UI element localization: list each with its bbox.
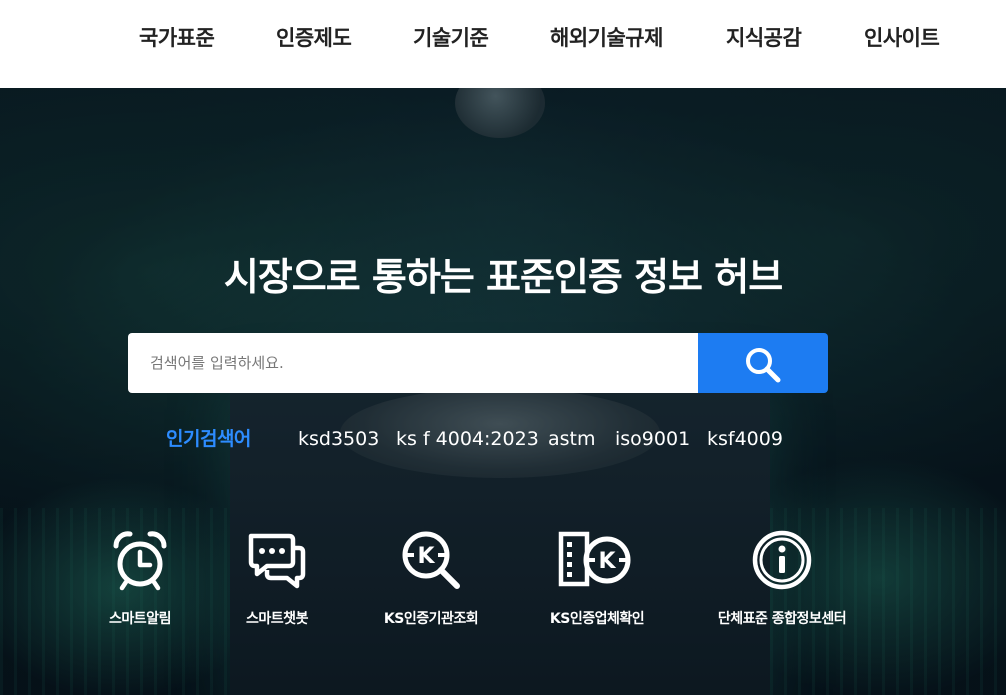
popular-keyword[interactable]: astm — [548, 424, 596, 454]
hero-headline: 시장으로 통하는 표준인증 정보 허브 — [223, 255, 783, 299]
quick-link-ks-institution-search[interactable]: K KS인증기관조회 — [346, 528, 516, 628]
nav-item-knowledge-sharing[interactable]: 지식공감 — [726, 22, 802, 54]
svg-text:K: K — [598, 549, 616, 574]
search-icon — [746, 348, 781, 383]
popular-keyword[interactable]: ksf4009 — [707, 424, 783, 454]
nav-item-national-standards[interactable]: 국가표준 — [139, 22, 215, 54]
nav-item-technical-standards[interactable]: 기술기준 — [413, 22, 489, 54]
search-bar — [128, 333, 828, 393]
alarm-clock-icon — [113, 531, 167, 591]
nav-item-overseas-regulations[interactable]: 해외기술규제 — [550, 22, 663, 54]
top-navigation: 국가표준 인증제도 기술기준 해외기술규제 지식공감 인사이트 — [0, 0, 1006, 88]
quick-link-label: 스마트챗봇 — [246, 611, 308, 627]
chat-bubbles-icon — [248, 533, 306, 589]
info-circle-icon — [752, 530, 812, 590]
quick-link-ks-company-check[interactable]: K KS인증업체확인 — [512, 528, 682, 628]
hero-section: 시장으로 통하는 표준인증 정보 허브 인기검색어 ksd3503 ks f 4… — [0, 88, 1006, 695]
popular-search-label: 인기검색어 — [166, 428, 251, 450]
ks-building-icon: K — [558, 531, 631, 587]
quick-link-label: KS인증업체확인 — [549, 611, 645, 627]
quick-link-label: KS인증기관조회 — [383, 611, 479, 627]
ks-search-icon: K — [402, 531, 460, 589]
quick-link-smart-chatbot[interactable]: 스마트챗봇 — [192, 528, 362, 628]
search-button[interactable] — [698, 333, 828, 393]
quick-link-label: 단체표준 종합정보센터 — [717, 611, 847, 627]
nav-item-certification-system[interactable]: 인증제도 — [276, 22, 352, 54]
popular-keyword[interactable]: iso9001 — [615, 424, 690, 454]
svg-text:K: K — [417, 544, 435, 569]
popular-keyword[interactable]: ks f 4004:2023 — [396, 424, 539, 454]
quick-link-group-standards-center[interactable]: 단체표준 종합정보센터 — [697, 528, 867, 628]
search-input[interactable] — [128, 333, 698, 393]
popular-keyword[interactable]: ksd3503 — [298, 424, 379, 454]
nav-item-insight[interactable]: 인사이트 — [864, 22, 940, 54]
